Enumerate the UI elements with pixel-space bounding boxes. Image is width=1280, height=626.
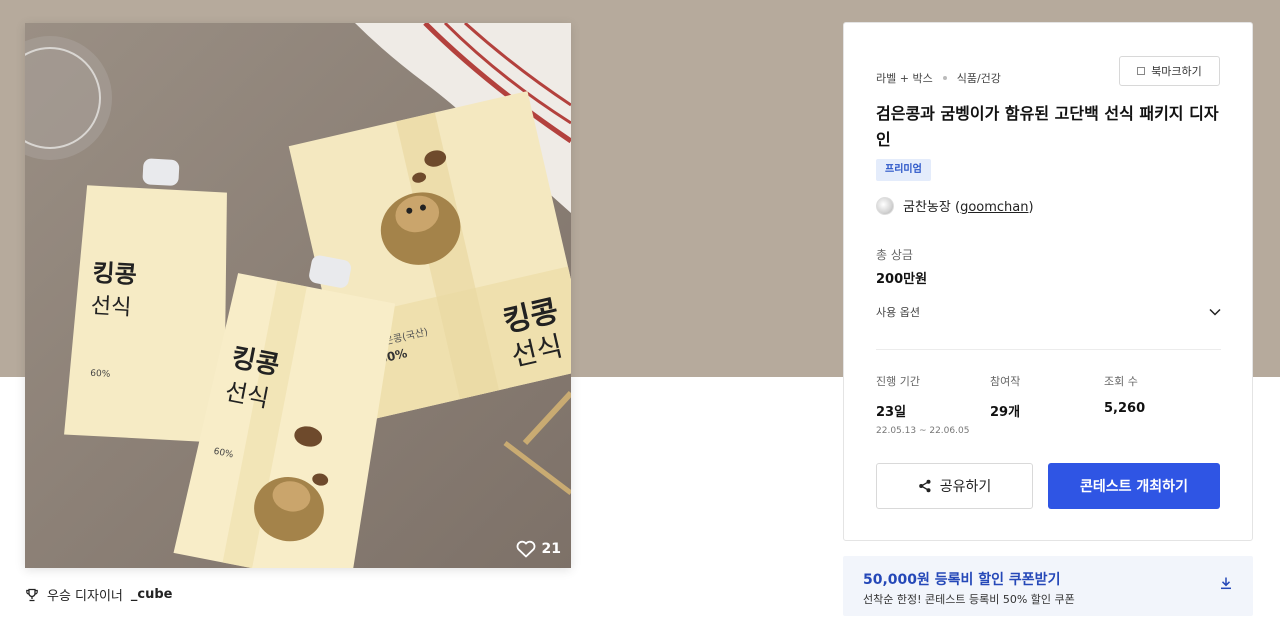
coupon-banner[interactable]: 50,000원 등록비 할인 쿠폰받기 선착순 한정! 콘테스트 등록비 50%…: [843, 556, 1253, 616]
usage-options-label: 사용 옵션: [876, 306, 920, 319]
premium-badge: 프리미엄: [876, 159, 931, 181]
category-label[interactable]: 라벨 + 박스: [876, 70, 933, 86]
prize-label: 총 상금: [876, 248, 913, 262]
download-icon[interactable]: [1219, 576, 1233, 590]
category-breadcrumb: 라벨 + 박스 식품/건강: [876, 70, 1001, 86]
chevron-down-icon: [1209, 308, 1221, 316]
stat-period-value: 23일: [876, 405, 907, 420]
contest-info-card: 북마크하기 라벨 + 박스 식품/건강 검은콩과 굼벵이가 함유된 고단백 선식…: [843, 22, 1253, 541]
product-image[interactable]: 킹콩 선식 검은콩(국산) 60% 킹콩 선식 60% 킹콩 선식 60% 21: [25, 23, 571, 568]
stat-views: 조회 수 5,260: [1104, 373, 1145, 416]
stat-views-value: 5,260: [1104, 401, 1146, 416]
separator-dot: [942, 76, 947, 80]
stat-period: 진행 기간 23일 22.05.13 ~ 22.06.05: [876, 373, 969, 436]
share-button[interactable]: 공유하기: [876, 463, 1033, 509]
share-icon: [918, 479, 931, 493]
divider: [876, 349, 1221, 350]
product-illustration: 킹콩 선식 검은콩(국산) 60% 킹콩 선식 60% 킹콩 선식 60%: [25, 23, 571, 568]
stat-participants-value: 29개: [990, 405, 1021, 420]
bookmark-checkbox-icon: [1137, 67, 1146, 75]
designer-name[interactable]: _cube: [131, 587, 173, 602]
share-label: 공유하기: [939, 479, 992, 495]
category-sub[interactable]: 식품/건강: [957, 70, 1001, 86]
owner-handle[interactable]: goomchan: [960, 200, 1028, 215]
like-counter[interactable]: 21: [516, 540, 561, 558]
contest-title: 검은콩과 굼벵이가 함유된 고단백 선식 패키지 디자인: [876, 104, 1219, 149]
coupon-title[interactable]: 50,000원 등록비 할인 쿠폰받기: [863, 569, 1060, 589]
designer-prefix: 우승 디자이너: [47, 589, 123, 604]
stat-period-dates: 22.05.13 ~ 22.06.05: [876, 426, 970, 436]
owner-name: 굼찬농장: [903, 200, 951, 215]
pouch1-brand-text: 킹콩: [92, 259, 138, 289]
pouch1-sub-text: 선식: [90, 294, 132, 321]
designer-credit: 우승 디자이너 _cube: [25, 585, 173, 604]
stat-participants: 참여작 29개: [990, 373, 1020, 420]
bookmark-label: 북마크하기: [1151, 65, 1202, 78]
contest-owner[interactable]: 굼찬농장 (goomchan): [876, 196, 1034, 215]
owner-avatar: [876, 196, 894, 215]
stat-views-label: 조회 수: [1104, 375, 1138, 388]
prize-value: 200만원: [876, 272, 928, 287]
stat-participants-label: 참여작: [990, 375, 1021, 388]
pouch1-pct: 60%: [90, 369, 111, 380]
stat-period-label: 진행 기간: [876, 375, 920, 388]
host-contest-button[interactable]: 콘테스트 개최하기: [1048, 463, 1220, 509]
like-count: 21: [541, 541, 561, 557]
heart-icon: [516, 540, 535, 558]
coupon-description: 선착순 한정! 콘테스트 등록비 50% 할인 쿠폰: [863, 593, 1075, 606]
bookmark-button[interactable]: 북마크하기: [1119, 56, 1220, 86]
trophy-icon: [26, 588, 38, 601]
usage-options-toggle[interactable]: 사용 옵션: [876, 302, 1221, 322]
